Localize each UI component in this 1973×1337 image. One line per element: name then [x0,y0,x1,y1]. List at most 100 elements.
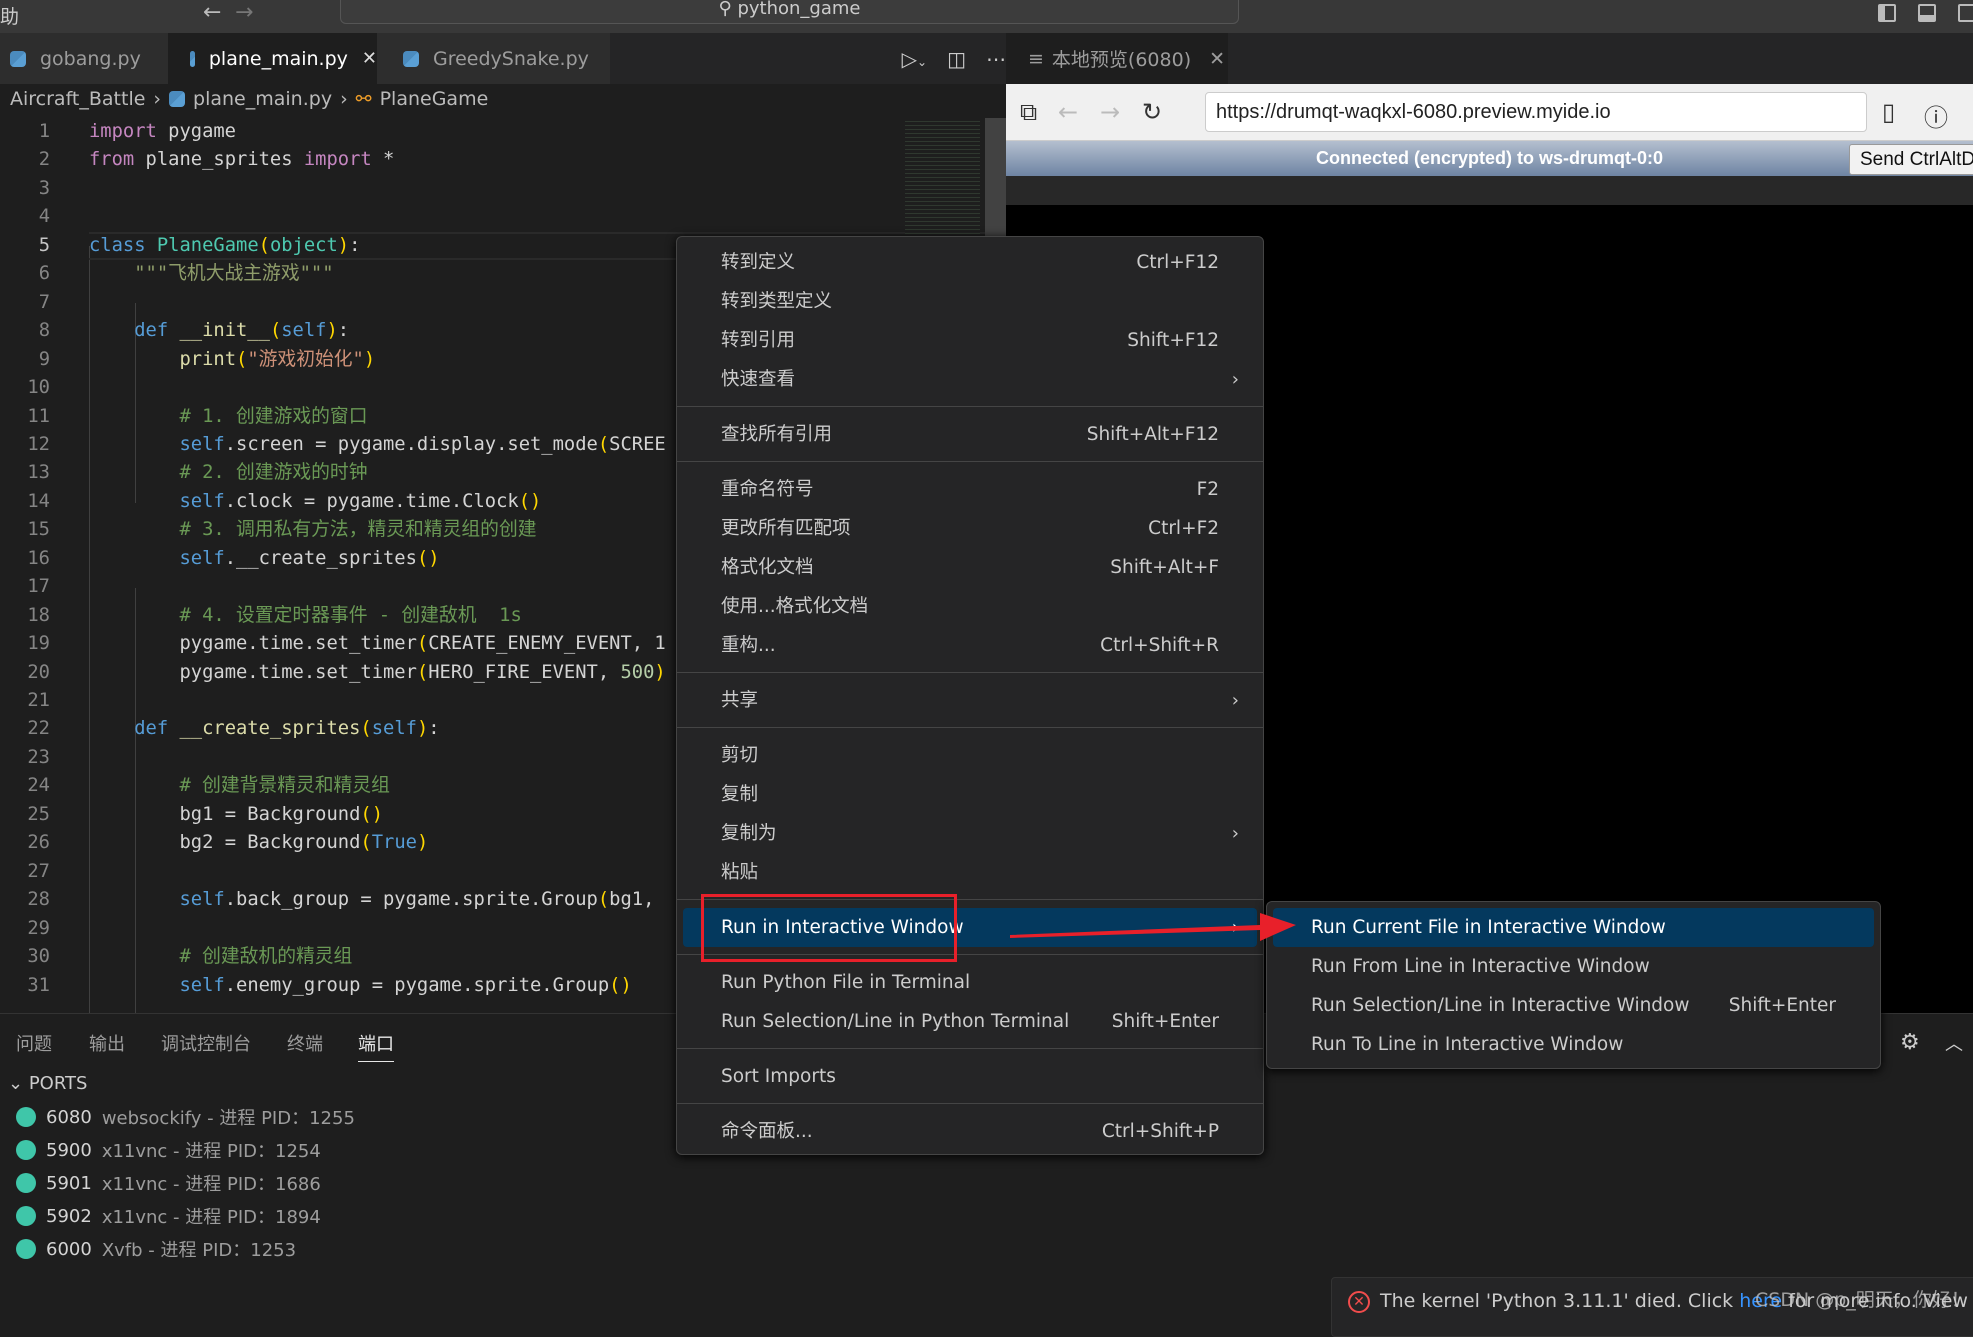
menu-item-label: 命令面板... [721,1121,813,1142]
back-arrow-icon[interactable]: ← [1058,98,1078,126]
menu-item[interactable]: 快速查看 › [683,360,1257,399]
breadcrumb-folder[interactable]: Aircraft_Battle [10,88,145,110]
panel-tab-problems[interactable]: 问题 [16,1030,52,1056]
port-number: 5901 [46,1172,92,1194]
menu-item[interactable]: 格式化文档 Shift+Alt+F [683,548,1257,587]
toggle-panel-icon[interactable] [1918,4,1936,22]
port-status-icon [16,1140,36,1160]
menu-item[interactable]: 转到定义 Ctrl+F12 [683,243,1257,282]
port-row[interactable]: 6080 websockify - 进程 PID：1255 [16,1104,355,1130]
menu-item[interactable]: Run Selection/Line in Interactive Window… [1273,986,1874,1025]
menu-item[interactable]: 更改所有匹配项 Ctrl+F2 [683,509,1257,548]
url-input[interactable]: https://drumqt-waqkxl-6080.preview.myide… [1205,92,1867,132]
forward-arrow-icon[interactable]: → [235,0,253,25]
menu-item-label: Run Selection/Line in Python Terminal [721,1011,1070,1032]
panel-tab-debug-console[interactable]: 调试控制台 [161,1030,251,1056]
port-status-icon [16,1206,36,1226]
port-row[interactable]: 5900 x11vnc - 进程 PID：1254 [16,1137,321,1163]
minimap[interactable] [905,118,980,236]
reload-icon[interactable]: ↻ [1142,98,1162,126]
code-token: import [303,149,372,171]
toggle-secondary-sidebar-icon[interactable] [1958,4,1973,22]
code-token: ) [416,718,429,740]
line-number: 24 [27,775,50,797]
menu-item[interactable]: 命令面板... Ctrl+Shift+P [683,1112,1257,1151]
line-number: 27 [27,860,50,882]
title-bar: 助 ← → ⚲ python_game [0,0,1973,33]
back-arrow-icon[interactable]: ← [203,0,221,25]
menu-item[interactable]: 转到引用 Shift+F12 [683,321,1257,360]
chevron-up-icon[interactable]: ︿ [1945,1030,1963,1056]
menu-item[interactable]: 查找所有引用 Shift+Alt+F12 [683,415,1257,454]
menu-item[interactable]: Run Selection/Line in Python Terminal Shi… [683,1002,1257,1041]
port-row[interactable]: 5901 x11vnc - 进程 PID：1686 [16,1170,321,1196]
tab-gobang[interactable]: gobang.py [0,33,168,84]
more-actions-icon[interactable]: ⋯ [986,47,1006,71]
close-icon[interactable]: ✕ [1209,48,1225,70]
menu-help[interactable]: 助 [0,2,19,29]
code-token: : [349,234,361,256]
split-editor-icon[interactable]: ◫ [947,47,966,71]
breadcrumb-file[interactable]: plane_main.py [193,88,332,110]
menu-item[interactable]: 剪切 [683,736,1257,775]
line-number: 4 [38,206,50,228]
command-center-search[interactable]: ⚲ python_game [340,0,1239,24]
tab-local-preview[interactable]: ≡ 本地预览(6080) ✕ [1006,33,1228,84]
port-row[interactable]: 6000 Xvfb - 进程 PID：1253 [16,1236,296,1262]
code-text: """飞机大战主游戏""" [89,260,333,289]
run-icon[interactable]: ▷⌄ [902,47,927,71]
code-line: 2 from plane_sprites import * [0,146,1006,175]
breadcrumb-symbol[interactable]: PlaneGame [380,88,489,110]
menu-item[interactable]: 复制为 › [683,814,1257,853]
send-ctrl-alt-del-button[interactable]: Send CtrlAltDel [1849,144,1973,175]
menu-item[interactable]: 复制 [683,775,1257,814]
panel-tab-terminal[interactable]: 终端 [287,1030,323,1056]
menu-item[interactable]: 重构... Ctrl+Shift+R [683,626,1257,665]
tab-plane-main[interactable]: plane_main.py ✕ [168,33,377,84]
menu-item[interactable]: Run Current File in Interactive Window [1273,908,1874,947]
help-icon[interactable]: ⓘ [1924,98,1948,133]
menu-item[interactable]: Run Python File in Terminal [683,963,1257,1002]
toggle-sidebar-icon[interactable] [1878,4,1896,22]
menu-item-label: 转到类型定义 [721,291,833,312]
panel-tab-output[interactable]: 输出 [89,1030,125,1056]
line-number: 15 [27,519,50,541]
menu-separator [677,672,1263,673]
code-token: plane_sprites [134,149,304,171]
menu-item[interactable]: 粘贴 [683,853,1257,892]
forward-arrow-icon[interactable]: → [1100,98,1120,126]
python-file-icon [403,50,419,67]
menu-item[interactable]: Run From Line in Interactive Window [1273,947,1874,986]
device-icon[interactable]: ▯ [1882,98,1895,126]
code-token: # 3. 调用私有方法，精灵和精灵组的创建 [179,519,537,541]
close-icon[interactable]: ✕ [362,48,377,69]
open-external-icon[interactable]: ⧉ [1020,98,1037,126]
port-row[interactable]: 5902 x11vnc - 进程 PID：1894 [16,1203,321,1229]
menu-item[interactable]: 转到类型定义 [683,282,1257,321]
annotation-red-arrow [1010,913,1296,941]
line-number: 28 [27,889,50,911]
ports-section-header[interactable]: ⌄ PORTS [8,1073,87,1094]
code-token: # 4. 设置定时器事件 - 创建敌机 1s [179,604,522,626]
line-number: 18 [27,604,50,626]
menu-item[interactable]: 重命名符号 F2 [683,470,1257,509]
menu-item[interactable]: 共享 › [683,681,1257,720]
gear-icon[interactable]: ⚙ [1900,1030,1920,1055]
tab-greedysnake[interactable]: GreedySnake.py [377,33,610,84]
menu-item[interactable]: Run To Line in Interactive Window [1273,1025,1874,1064]
menu-item[interactable]: 使用...格式化文档 [683,587,1257,626]
panel-tab-ports[interactable]: 端口 [358,1030,394,1062]
editor-scrollbar[interactable] [985,118,1006,238]
annotation-red-box [701,894,957,962]
line-number: 14 [27,490,50,512]
menu-item[interactable]: Sort Imports [683,1057,1257,1096]
menu-separator [677,727,1263,728]
line-number: 17 [27,576,50,598]
